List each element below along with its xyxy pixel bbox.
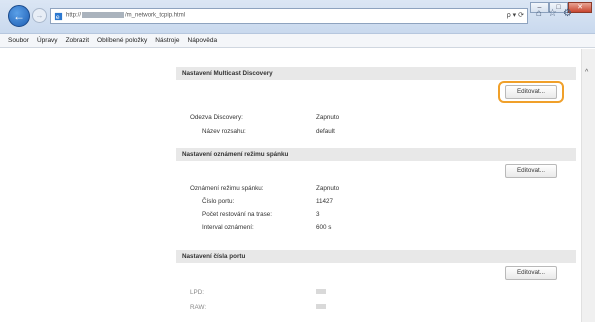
value-hop-count: 3	[316, 211, 320, 218]
left-pane	[0, 49, 168, 322]
menu-favorites[interactable]: Oblíbené položky	[93, 37, 151, 44]
toolbar-icons: ⌂ ☆ ⚙	[536, 8, 572, 19]
search-refresh-controls[interactable]: ρ ▾ ⟳	[507, 11, 524, 19]
browser-toolbar: – □ ✕ ← → e http:///m_network_tcpip.html…	[0, 0, 595, 34]
vertical-scrollbar[interactable]: ^	[581, 49, 595, 322]
value-scope-name: default	[316, 128, 335, 135]
menu-file[interactable]: Soubor	[4, 37, 33, 44]
menu-edit[interactable]: Úpravy	[33, 37, 62, 44]
value-discovery-response: Zapnuto	[316, 114, 340, 121]
edit-sleep-button[interactable]: Editovat...	[505, 164, 557, 178]
label-hop-count: Počet restování na trase:	[202, 211, 273, 218]
menu-tools[interactable]: Nástroje	[151, 37, 183, 44]
gear-icon[interactable]: ⚙	[563, 8, 572, 19]
section-header-port: Nastavení čísla portu	[176, 250, 576, 263]
label-lpd: LPD:	[190, 289, 204, 296]
browser-window: – □ ✕ ← → e http:///m_network_tcpip.html…	[0, 0, 595, 322]
svg-text:e: e	[56, 14, 60, 21]
menu-view[interactable]: Zobrazit	[62, 37, 93, 44]
label-sleep-notification: Oznámení režimu spánku:	[190, 185, 264, 192]
home-icon[interactable]: ⌂	[536, 8, 542, 19]
address-suffix: /m_network_tcpip.html	[125, 12, 186, 19]
page-viewport: Nastavení Multicast Discovery Editovat..…	[0, 49, 595, 322]
address-bar[interactable]: e http:// /m_network_tcpip.html ρ ▾ ⟳	[50, 8, 528, 24]
value-sleep-notification: Zapnuto	[316, 185, 340, 192]
back-arrow-icon[interactable]: ←	[8, 5, 30, 27]
address-text: http:// /m_network_tcpip.html	[66, 12, 185, 19]
edit-port-button[interactable]: Editovat...	[505, 266, 557, 280]
redacted-host	[82, 12, 125, 18]
label-raw: RAW:	[190, 304, 207, 311]
label-notify-interval: Interval oznámení:	[202, 224, 254, 231]
address-prefix: http://	[66, 12, 82, 19]
section-header-multicast: Nastavení Multicast Discovery	[176, 67, 576, 80]
settings-content: Nastavení Multicast Discovery Editovat..…	[168, 49, 579, 322]
value-raw-redacted	[316, 304, 326, 311]
value-notify-interval: 600 s	[316, 224, 332, 231]
page-icon: e	[54, 12, 63, 21]
value-lpd-redacted	[316, 289, 326, 296]
star-icon[interactable]: ☆	[548, 8, 557, 19]
menu-help[interactable]: Nápověda	[184, 37, 222, 44]
menu-bar: Soubor Úpravy Zobrazit Oblíbené položky …	[0, 34, 595, 48]
scroll-up-icon[interactable]: ^	[585, 69, 588, 76]
label-scope-name: Název rozsahu:	[202, 128, 246, 135]
forward-arrow-icon[interactable]: →	[32, 8, 47, 23]
value-port-number: 11427	[316, 198, 334, 205]
edit-multicast-button[interactable]: Editovat...	[505, 85, 557, 99]
section-header-sleep: Nastavení oznámení režimu spánku	[176, 148, 576, 161]
label-port-number: Číslo portu:	[202, 198, 235, 205]
label-discovery-response: Odezva Discovery:	[190, 114, 243, 121]
